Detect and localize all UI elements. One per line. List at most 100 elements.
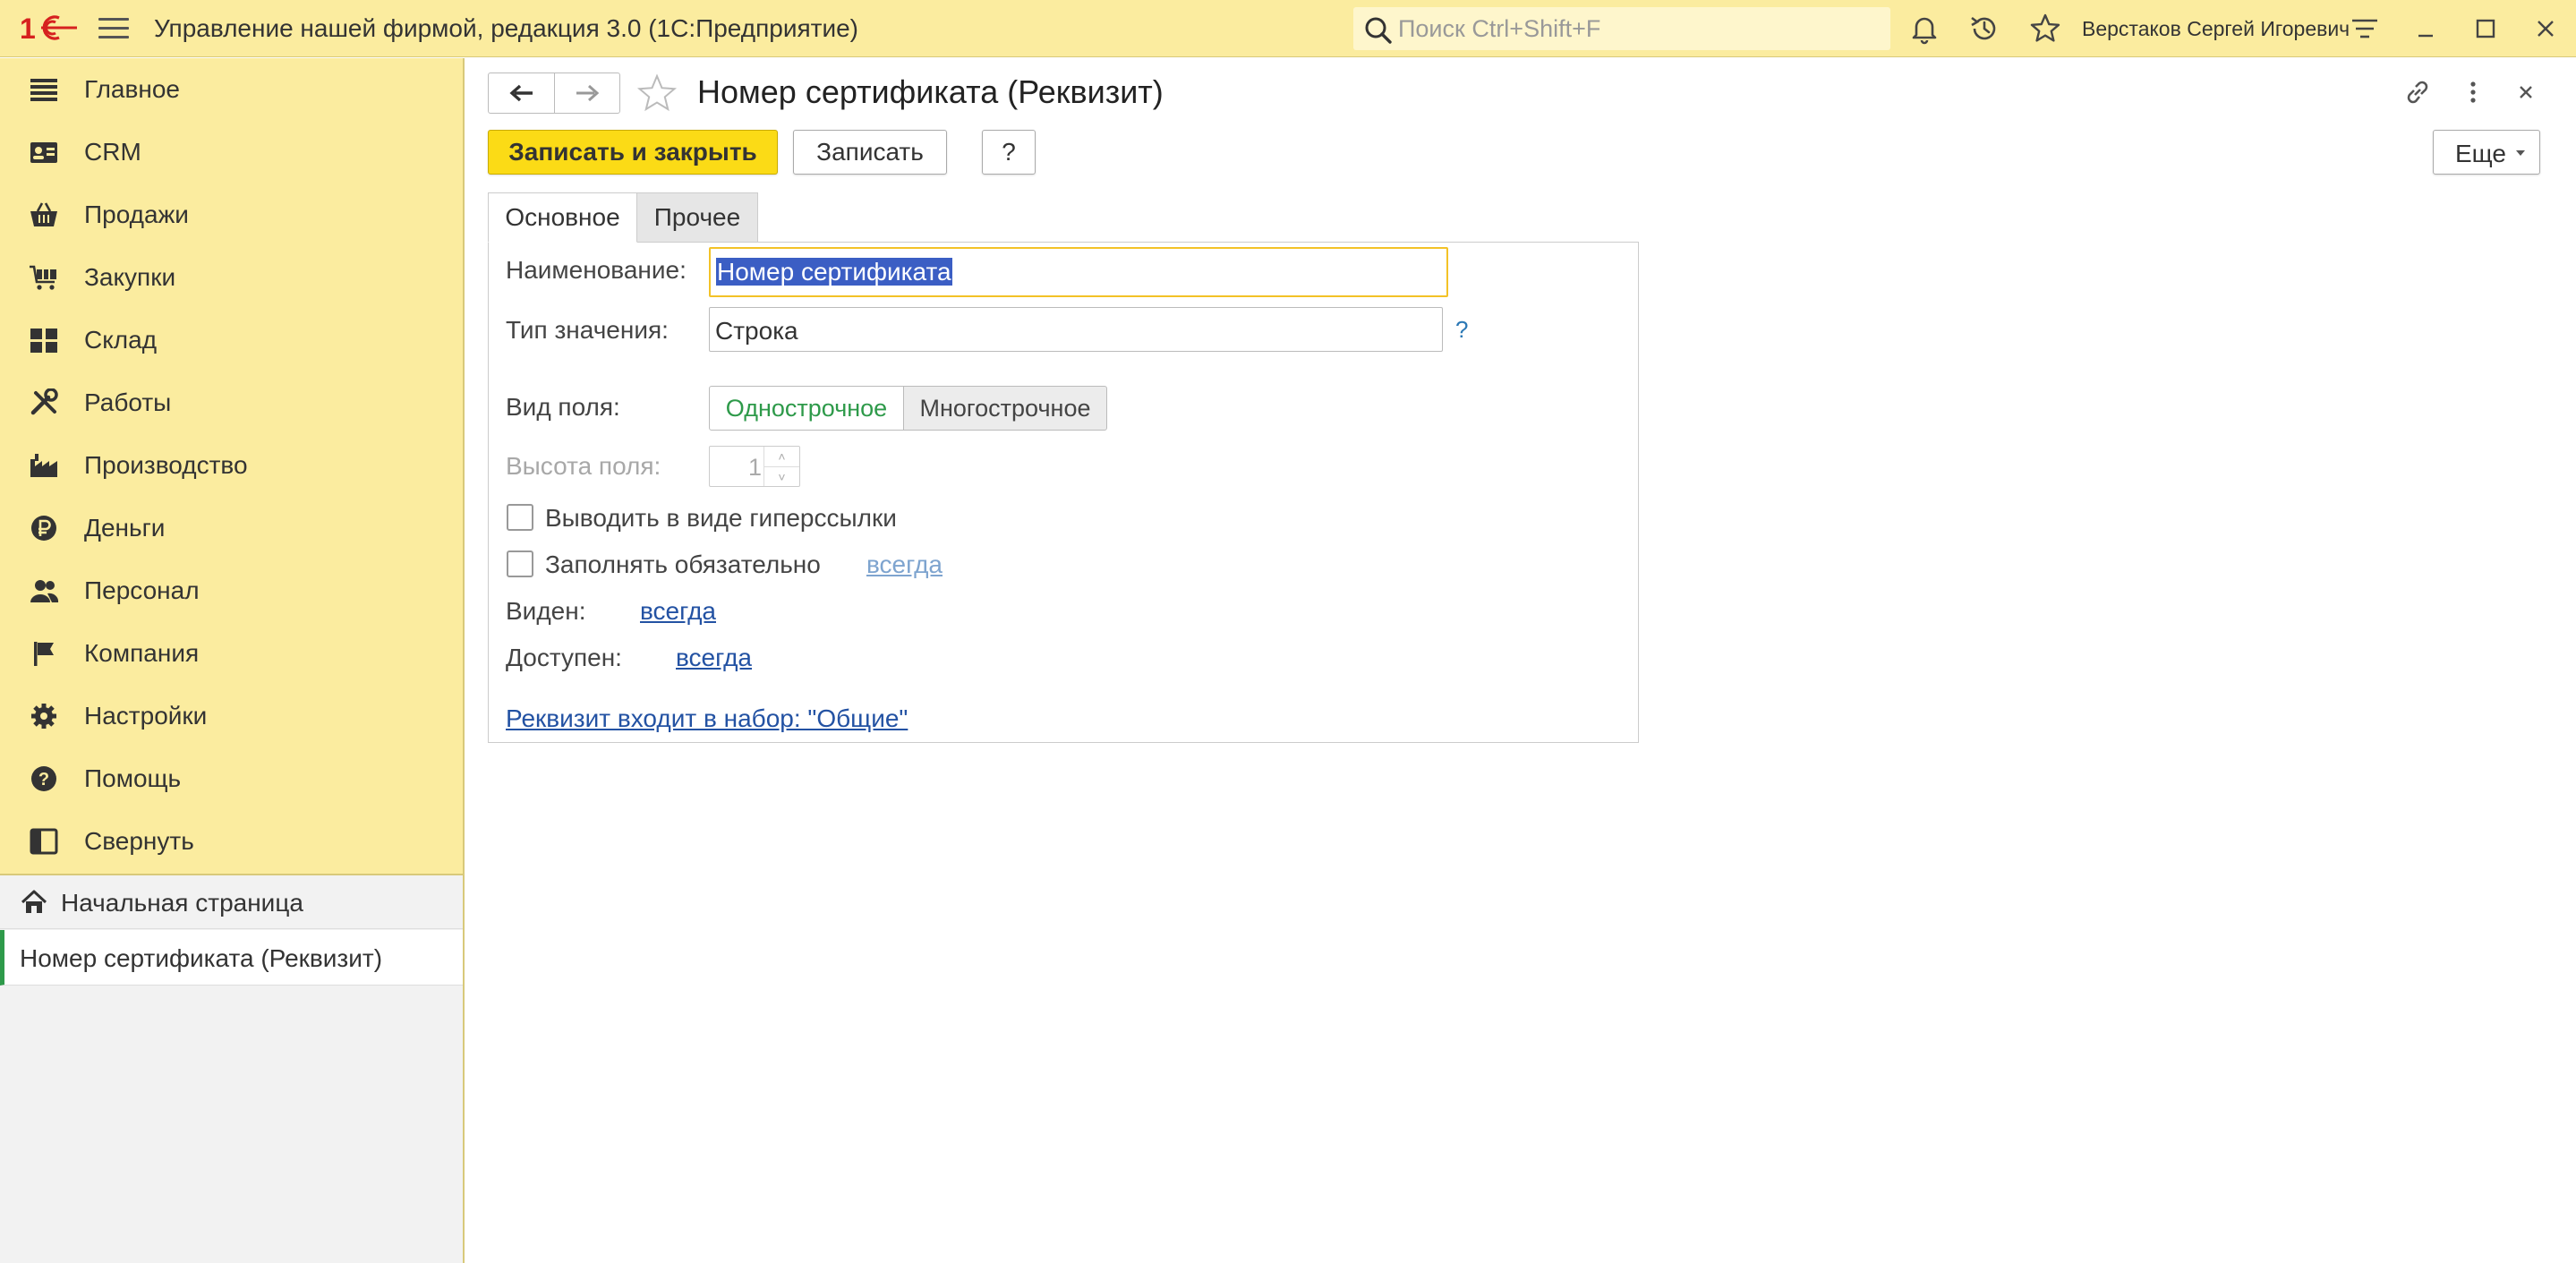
tools-icon xyxy=(30,388,58,415)
question-circle-icon: ? xyxy=(31,766,56,791)
sidebar-item-works[interactable]: Работы xyxy=(0,371,463,434)
open-window-label: Номер сертификата (Реквизит) xyxy=(20,944,383,972)
form-area: Номер сертификата (Реквизит) Записать и … xyxy=(466,58,2576,1263)
open-windows-panel: Начальная страница Номер сертификата (Ре… xyxy=(0,874,463,1263)
sidebar-item-company[interactable]: Компания xyxy=(0,622,463,685)
arrow-right-icon xyxy=(576,84,600,102)
save-button[interactable]: Записать xyxy=(793,130,947,175)
sidebar-item-money[interactable]: Деньги xyxy=(0,497,463,559)
sidebar-item-label: Главное xyxy=(84,75,180,103)
dropdown-caret-icon xyxy=(2516,150,2525,156)
required-checkbox-label[interactable]: Заполнять обязательно xyxy=(545,550,821,579)
app-title: Управление нашей фирмой, редакция 3.0 (1… xyxy=(154,14,858,42)
home-icon xyxy=(21,890,47,913)
more-menu-button[interactable]: Еще xyxy=(2433,130,2540,175)
save-and-close-button[interactable]: Записать и закрыть xyxy=(488,130,778,175)
factory-icon xyxy=(30,454,57,477)
home-page-tab[interactable]: Начальная страница xyxy=(0,875,463,929)
sidebar-item-label: Продажи xyxy=(84,201,189,228)
svg-text:?: ? xyxy=(38,770,49,789)
stepper-arrows: ˄ ˅ xyxy=(763,447,799,486)
help-button[interactable]: ? xyxy=(982,130,1036,175)
flag-icon xyxy=(34,642,54,666)
more-actions-kebab-icon[interactable] xyxy=(2457,76,2489,108)
svg-text:1: 1 xyxy=(20,13,36,43)
sidebar-item-label: Деньги xyxy=(84,514,166,542)
notifications-bell-icon[interactable] xyxy=(1908,13,1941,45)
name-field-value: Номер сертификата xyxy=(716,258,952,286)
value-type-field[interactable]: Строка xyxy=(709,307,1443,352)
attribute-set-link[interactable]: Реквизит входит в набор: "Общие" xyxy=(506,704,908,733)
required-condition-link[interactable]: всегда xyxy=(866,550,943,579)
view-option-multi-line[interactable]: Многострочное xyxy=(903,386,1107,431)
cart-icon xyxy=(30,265,56,290)
stepper-down-icon[interactable]: ˅ xyxy=(764,466,799,486)
maximize-icon[interactable] xyxy=(2469,13,2502,45)
sidebar-item-main[interactable]: Главное xyxy=(0,58,463,121)
global-search[interactable] xyxy=(1353,7,1890,50)
sidebar-item-warehouse[interactable]: Склад xyxy=(0,309,463,371)
sections-sidebar: Главное CRM Продажи Закупки Склад Работы… xyxy=(0,58,465,1263)
settings-lines-icon[interactable] xyxy=(2349,13,2381,45)
value-type-help-link[interactable]: ? xyxy=(1455,316,1468,344)
sidebar-item-sales[interactable]: Продажи xyxy=(0,183,463,246)
search-icon[interactable] xyxy=(1362,14,1393,45)
menu-list-icon xyxy=(30,79,57,101)
close-window-icon[interactable] xyxy=(2529,13,2562,45)
basket-icon xyxy=(30,202,57,226)
value-type-label: Тип значения: xyxy=(506,316,669,344)
sidebar-item-production[interactable]: Производство xyxy=(0,434,463,497)
tab-panel-main: Наименование: Номер сертификата Тип знач… xyxy=(488,242,1639,743)
sidebar-item-label: Помощь xyxy=(84,764,182,792)
forward-button[interactable] xyxy=(554,73,619,113)
hyperlink-checkbox-label[interactable]: Выводить в виде гиперссылки xyxy=(545,504,897,533)
sidebar-item-label: Настройки xyxy=(84,702,208,730)
field-height-stepper[interactable]: 1 ˄ ˅ xyxy=(709,446,800,487)
stepper-up-icon[interactable]: ˄ xyxy=(764,447,799,466)
open-window-tab[interactable]: Номер сертификата (Реквизит) xyxy=(0,930,463,986)
sidebar-item-collapse[interactable]: Свернуть xyxy=(0,810,463,873)
field-height-label: Высота поля: xyxy=(506,452,661,480)
sidebar-item-label: Закупки xyxy=(84,263,176,291)
sidebar-item-label: Свернуть xyxy=(84,827,194,855)
sidebar-item-label: Работы xyxy=(84,388,172,416)
sidebar-item-crm[interactable]: CRM xyxy=(0,121,463,183)
available-label: Доступен: xyxy=(506,644,622,671)
value-type-value: Строка xyxy=(715,317,798,345)
field-height-value: 1 xyxy=(747,454,762,481)
minimize-icon[interactable] xyxy=(2410,13,2442,45)
close-form-icon[interactable] xyxy=(2510,76,2542,108)
view-option-single-line[interactable]: Однострочное xyxy=(709,386,904,431)
link-icon[interactable] xyxy=(2401,76,2434,108)
sidebar-item-label: Производство xyxy=(84,451,248,479)
sidebar-item-label: CRM xyxy=(84,138,141,166)
field-view-label: Вид поля: xyxy=(506,393,620,421)
favorites-star-icon[interactable] xyxy=(2029,13,2061,45)
visible-condition-link[interactable]: всегда xyxy=(640,597,716,626)
contact-card-icon xyxy=(30,142,57,163)
name-label: Наименование: xyxy=(506,256,687,284)
search-input[interactable] xyxy=(1398,11,1881,47)
user-name[interactable]: Верстаков Сергей Игоревич xyxy=(2082,17,2350,41)
warehouse-grid-icon xyxy=(30,329,57,353)
sidebar-item-help[interactable]: ? Помощь xyxy=(0,747,463,810)
history-icon[interactable] xyxy=(1968,13,2000,45)
hyperlink-checkbox[interactable] xyxy=(507,504,533,531)
people-icon xyxy=(30,580,59,602)
gear-icon xyxy=(31,704,56,729)
name-field[interactable]: Номер сертификата xyxy=(709,247,1448,297)
ruble-coin-icon xyxy=(31,516,56,541)
sidebar-item-settings[interactable]: Настройки xyxy=(0,685,463,747)
tab-other[interactable]: Прочее xyxy=(636,192,758,243)
1c-logo-icon[interactable]: 1 xyxy=(20,13,79,43)
available-condition-link[interactable]: всегда xyxy=(676,644,752,672)
add-to-favorites-star-icon[interactable] xyxy=(636,73,678,114)
tab-main[interactable]: Основное xyxy=(488,192,637,243)
more-menu-label: Еще xyxy=(2455,140,2506,167)
sidebar-item-personnel[interactable]: Персонал xyxy=(0,559,463,622)
main-menu-icon[interactable] xyxy=(98,18,129,41)
sidebar-item-purchases[interactable]: Закупки xyxy=(0,246,463,309)
required-checkbox[interactable] xyxy=(507,550,533,577)
sidebar-item-label: Склад xyxy=(84,326,158,354)
back-button[interactable] xyxy=(489,73,554,113)
